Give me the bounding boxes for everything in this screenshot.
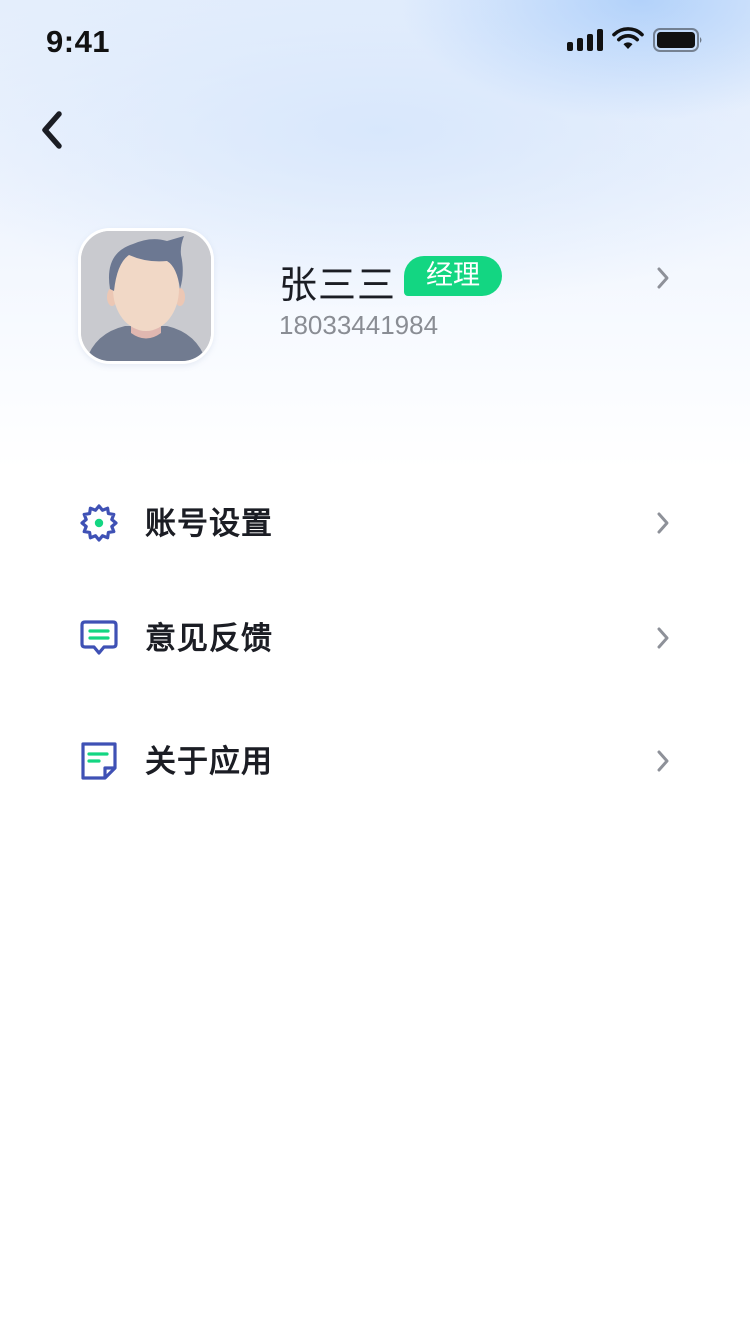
chevron-right-icon — [657, 627, 669, 649]
user-avatar-icon — [81, 231, 211, 361]
menu-item-label: 关于应用 — [145, 744, 273, 780]
chevron-right-icon — [657, 512, 669, 534]
status-bar: 9:41 — [0, 0, 750, 88]
menu-item-feedback[interactable]: 意见反馈 — [0, 583, 750, 693]
menu-item-about-app[interactable]: 关于应用 — [0, 706, 750, 816]
battery-icon — [653, 28, 702, 52]
menu-item-label: 意见反馈 — [145, 621, 273, 657]
profile-screen: 9:41 张三三 经理 18033441984 账号设置 意见反馈 关于应用 — [0, 0, 750, 1334]
chevron-right-icon — [657, 267, 669, 289]
chevron-right-icon — [657, 750, 669, 772]
phone-number: 18033441984 — [279, 310, 439, 340]
cellular-signal-icon — [567, 29, 603, 51]
back-button[interactable] — [24, 100, 80, 160]
menu-item-label: 账号设置 — [145, 506, 273, 542]
profile-card[interactable]: 张三三 经理 18033441984 — [0, 226, 750, 366]
menu-item-account-settings[interactable]: 账号设置 — [0, 468, 750, 578]
feedback-message-icon — [80, 620, 118, 655]
document-icon — [81, 742, 117, 780]
avatar — [78, 228, 214, 364]
status-time: 9:41 — [46, 24, 111, 59]
wifi-icon — [612, 27, 644, 49]
chevron-left-icon — [42, 111, 62, 149]
gear-icon — [80, 504, 118, 542]
role-badge: 经理 — [404, 256, 502, 296]
user-name: 张三三 — [279, 263, 397, 307]
